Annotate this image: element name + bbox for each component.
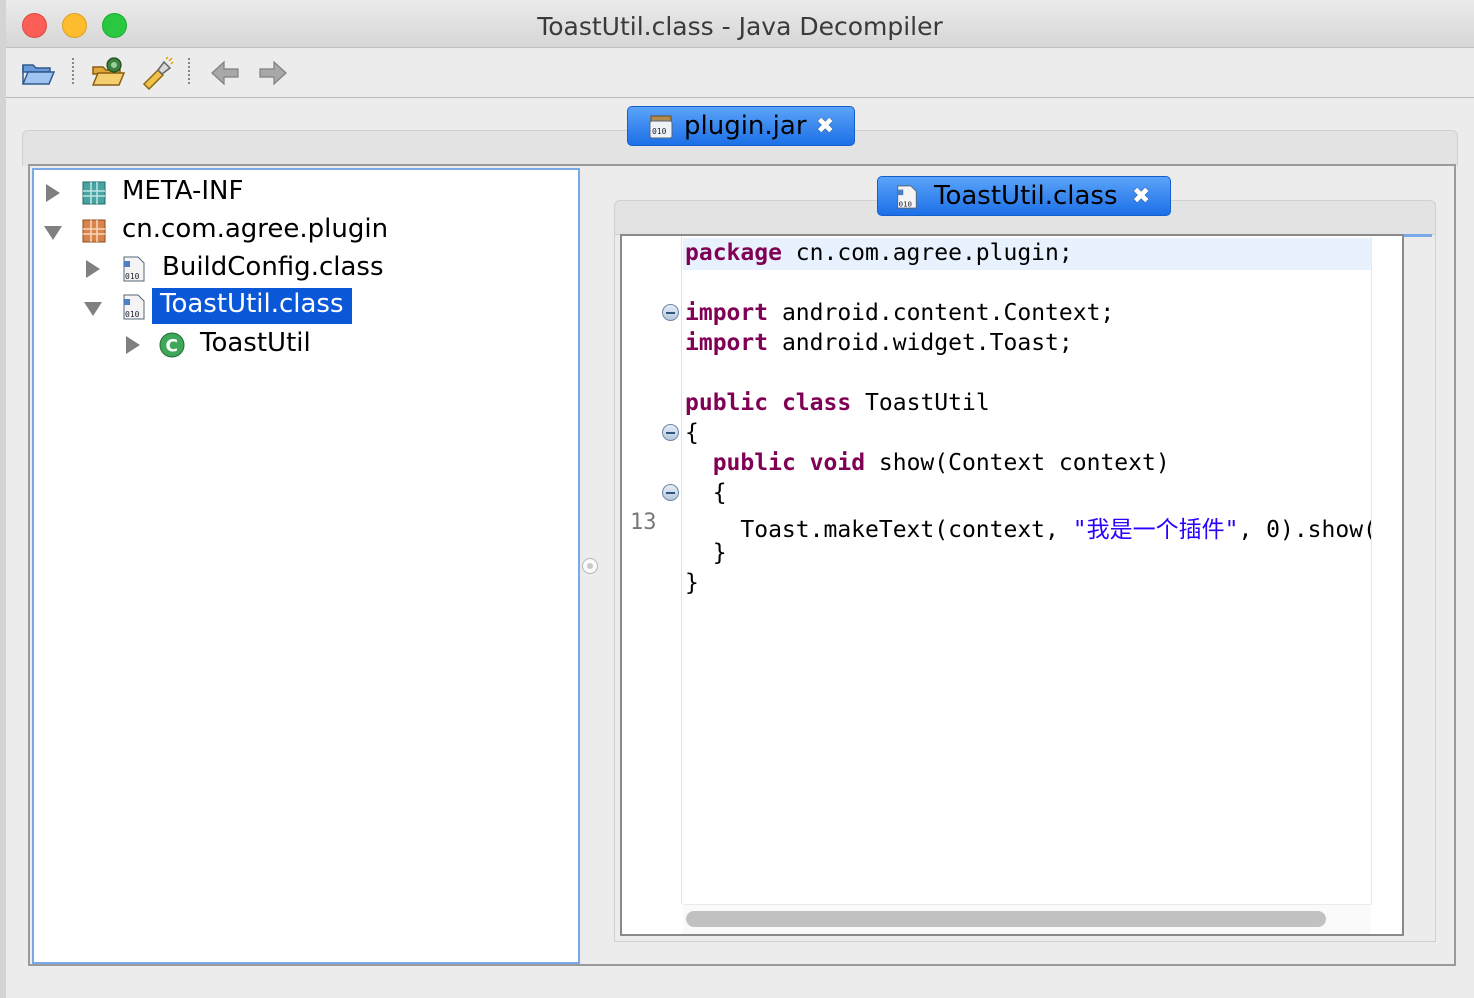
close-icon[interactable]: ✖ <box>1132 184 1150 209</box>
open-type-button[interactable] <box>90 56 126 90</box>
search-flashlight-icon <box>142 56 174 91</box>
fold-collapse-icon[interactable] <box>662 424 679 441</box>
fold-collapse-icon[interactable] <box>662 484 679 501</box>
open-type-icon <box>91 57 126 86</box>
toolbar-separator <box>188 58 190 86</box>
open-file-button[interactable] <box>20 56 56 90</box>
class-file-icon: 010 <box>123 256 145 282</box>
code-line: { <box>685 420 699 446</box>
package-icon <box>82 219 106 243</box>
tab-label: plugin.jar <box>684 111 807 141</box>
forward-arrow-icon <box>259 60 287 86</box>
expand-arrow-icon[interactable] <box>46 184 60 202</box>
tree-item-label: META-INF <box>122 176 244 206</box>
back-arrow-icon <box>211 60 239 86</box>
package-icon <box>82 181 106 205</box>
splitter-handle[interactable] <box>582 558 598 574</box>
code-line: Toast.makeText(context, "我是一个插件", 0).sho… <box>685 517 1371 543</box>
svg-text:010: 010 <box>652 127 667 136</box>
code-line: public class ToastUtil <box>685 390 990 416</box>
code-line: import android.content.Context; <box>685 300 1115 326</box>
tab-label: ToastUtil.class <box>934 181 1118 211</box>
toolbar <box>6 48 1474 98</box>
horizontal-scrollbar-thumb[interactable] <box>686 911 1326 927</box>
title-bar: ToastUtil.class - Java Decompiler <box>6 0 1474 48</box>
editor-gutter <box>622 236 682 904</box>
tab-plugin-jar[interactable]: 010 plugin.jar ✖ <box>627 106 855 146</box>
code-line: public void show(Context context) <box>712 450 1170 476</box>
expand-arrow-icon[interactable] <box>126 336 140 354</box>
tree-item-label: ToastUtil.class <box>152 288 352 324</box>
tree-item-toastutil-type[interactable]: C ToastUtil <box>34 326 578 362</box>
tree-item-label: ToastUtil <box>200 328 311 358</box>
svg-text:010: 010 <box>125 272 140 281</box>
class-c-icon: C <box>159 332 185 358</box>
svg-text:010: 010 <box>125 310 140 319</box>
window-title: ToastUtil.class - Java Decompiler <box>537 12 943 41</box>
tree-item-buildconfig-class[interactable]: 010 BuildConfig.class <box>34 250 578 286</box>
code-area[interactable]: package cn.com.agree.plugin; import andr… <box>683 236 1371 904</box>
code-line: package cn.com.agree.plugin; <box>685 240 1073 266</box>
tree-item-toastutil-class[interactable]: 010 ToastUtil.class <box>34 288 578 324</box>
open-folder-icon <box>21 64 56 85</box>
tree-item-label: cn.com.agree.plugin <box>122 214 389 244</box>
back-button[interactable] <box>208 56 244 90</box>
class-file-icon: 010 <box>123 294 145 320</box>
search-button[interactable] <box>138 56 174 91</box>
vertical-scrollbar[interactable] <box>1371 236 1402 904</box>
forward-button[interactable] <box>254 56 290 90</box>
code-line: import android.widget.Toast; <box>685 330 1073 356</box>
line-number: 13 <box>630 510 657 535</box>
code-line: { <box>685 480 727 506</box>
jar-icon: 010 <box>649 115 673 139</box>
package-tree: META-INF cn.com.agree.plugin 010 BuildCo… <box>32 168 580 964</box>
expand-arrow-icon[interactable] <box>86 260 100 278</box>
code-line: } <box>685 540 727 566</box>
svg-text:C: C <box>166 337 178 357</box>
tree-item-label: BuildConfig.class <box>162 252 384 282</box>
tree-item-package[interactable]: cn.com.agree.plugin <box>34 212 578 248</box>
window-left-edge <box>0 0 6 998</box>
tree-item-meta-inf[interactable]: META-INF <box>34 174 578 210</box>
editor-focus-line <box>1404 234 1432 237</box>
code-line: } <box>685 570 699 596</box>
collapse-arrow-icon[interactable] <box>44 226 62 240</box>
toolbar-separator <box>72 58 74 86</box>
collapse-arrow-icon[interactable] <box>84 302 102 316</box>
fold-collapse-icon[interactable] <box>662 304 679 321</box>
svg-text:010: 010 <box>899 199 912 208</box>
close-icon[interactable]: ✖ <box>816 114 834 139</box>
tab-toastutil-class[interactable]: 010 ToastUtil.class ✖ <box>877 176 1171 216</box>
class-file-icon: 010 <box>897 185 917 209</box>
